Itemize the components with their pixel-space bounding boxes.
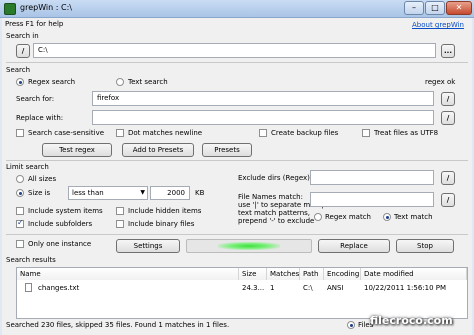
row-name: changes.txt <box>38 284 80 292</box>
about-link[interactable]: About grepWin <box>412 21 464 29</box>
add-to-presets-button[interactable]: Add to Presets <box>122 143 194 157</box>
search-group-label: Search <box>6 66 31 74</box>
browse-button[interactable]: ... <box>441 44 455 58</box>
subfolders-checkbox[interactable] <box>16 218 24 228</box>
maximize-button[interactable]: □ <box>425 1 445 15</box>
app-icon <box>4 3 16 15</box>
backup-label: Create backup files <box>271 129 339 137</box>
utf8-checkbox[interactable] <box>362 129 370 137</box>
system-items-checkbox[interactable] <box>16 207 24 215</box>
replace-with-input[interactable] <box>92 110 434 125</box>
search-in-input[interactable]: C:\ <box>33 43 436 58</box>
size-operator-value: less than <box>72 189 104 197</box>
search-in-regex-button[interactable]: / <box>16 44 30 58</box>
search-in-label: Search in <box>6 32 39 40</box>
one-instance-checkbox[interactable] <box>16 240 24 248</box>
divider <box>6 62 468 63</box>
binary-files-label: Include binary files <box>128 220 195 228</box>
help-text: Press F1 for help <box>5 20 64 28</box>
status-text: Searched 230 files, skipped 35 files. Fo… <box>6 321 230 329</box>
row-date: 10/22/2011 1:56:10 PM <box>364 284 447 292</box>
case-sensitive-checkbox[interactable] <box>16 129 24 137</box>
files-radio[interactable] <box>347 321 355 329</box>
row-size: 24.3... <box>242 284 265 292</box>
system-items-label: Include system items <box>28 207 103 215</box>
regex-match-radio[interactable] <box>314 213 322 221</box>
minimize-button[interactable]: – <box>404 1 424 15</box>
progress-bar <box>186 239 312 253</box>
watermark: filecroco.com <box>370 314 453 327</box>
exclude-dirs-label: Exclude dirs (Regex): <box>238 174 313 182</box>
search-for-regex-button[interactable]: / <box>441 92 455 106</box>
main-window: Press F1 for help About grepWin Search i… <box>2 18 472 335</box>
backup-checkbox[interactable] <box>259 129 267 137</box>
settings-button[interactable]: Settings <box>116 239 180 253</box>
stop-button[interactable]: Stop <box>396 239 454 253</box>
replace-with-regex-button[interactable]: / <box>441 111 455 125</box>
progress-indicator <box>218 242 280 250</box>
limit-search-label: Limit search <box>6 163 49 171</box>
exclude-dirs-regex-button[interactable]: / <box>441 171 455 185</box>
exclude-dirs-input[interactable] <box>310 170 434 185</box>
hidden-items-checkbox[interactable] <box>116 207 124 215</box>
utf8-label: Treat files as UTF8 <box>374 129 439 137</box>
replace-button[interactable]: Replace <box>318 239 390 253</box>
search-results-label: Search results <box>6 256 56 264</box>
all-sizes-label: All sizes <box>28 175 57 183</box>
one-instance-label: Only one instance <box>28 240 92 248</box>
size-is-radio[interactable] <box>16 189 24 197</box>
binary-files-checkbox[interactable] <box>116 220 124 228</box>
column-header-size[interactable]: Size <box>239 268 267 280</box>
regex-ok-status: regex ok <box>425 78 456 86</box>
dot-newline-checkbox[interactable] <box>116 129 124 137</box>
divider <box>6 160 468 161</box>
window-title: grepWin : C:\ <box>20 3 72 12</box>
text-search-radio[interactable] <box>116 78 124 86</box>
dot-newline-label: Dot matches newline <box>128 129 203 137</box>
results-table[interactable]: Name Size Matches Path Encoding Date mod… <box>16 267 468 319</box>
row-matches: 1 <box>270 284 275 292</box>
text-match-label: Text match <box>394 213 433 221</box>
size-unit-label: KB <box>195 189 205 197</box>
regex-search-label: Regex search <box>28 78 76 86</box>
case-sensitive-label: Search case-sensitive <box>28 129 105 137</box>
column-header-path[interactable]: Path <box>300 268 324 280</box>
chevron-down-icon: ▼ <box>140 189 145 196</box>
divider <box>6 234 468 235</box>
regex-search-radio[interactable] <box>16 78 24 86</box>
test-regex-button[interactable]: Test regex <box>42 143 112 157</box>
regex-match-label: Regex match <box>325 213 371 221</box>
size-operator-select[interactable]: less than ▼ <box>68 186 148 200</box>
column-header-date[interactable]: Date modified <box>361 268 467 280</box>
file-names-regex-button[interactable]: / <box>441 193 455 207</box>
close-button[interactable]: ✕ <box>446 1 472 15</box>
file-names-match-input[interactable] <box>310 192 434 207</box>
size-is-label: Size is <box>28 189 51 197</box>
replace-with-label: Replace with: <box>16 114 64 122</box>
column-header-encoding[interactable]: Encoding <box>324 268 361 280</box>
search-for-label: Search for: <box>16 95 55 103</box>
row-encoding: ANSI <box>327 284 344 292</box>
hidden-items-label: Include hidden items <box>128 207 202 215</box>
title-bar: grepWin : C:\ – □ ✕ <box>0 0 474 18</box>
text-match-radio[interactable] <box>383 213 391 221</box>
text-file-icon <box>25 283 32 292</box>
presets-button[interactable]: Presets <box>202 143 252 157</box>
subfolders-label: Include subfolders <box>28 220 93 228</box>
text-search-label: Text search <box>128 78 168 86</box>
column-header-name[interactable]: Name <box>17 268 239 280</box>
row-path: C:\ <box>303 284 313 292</box>
all-sizes-radio[interactable] <box>16 175 24 183</box>
size-value-input[interactable]: 2000 <box>150 186 190 200</box>
column-header-matches[interactable]: Matches <box>267 268 300 280</box>
search-for-input[interactable]: firefox <box>92 91 434 106</box>
